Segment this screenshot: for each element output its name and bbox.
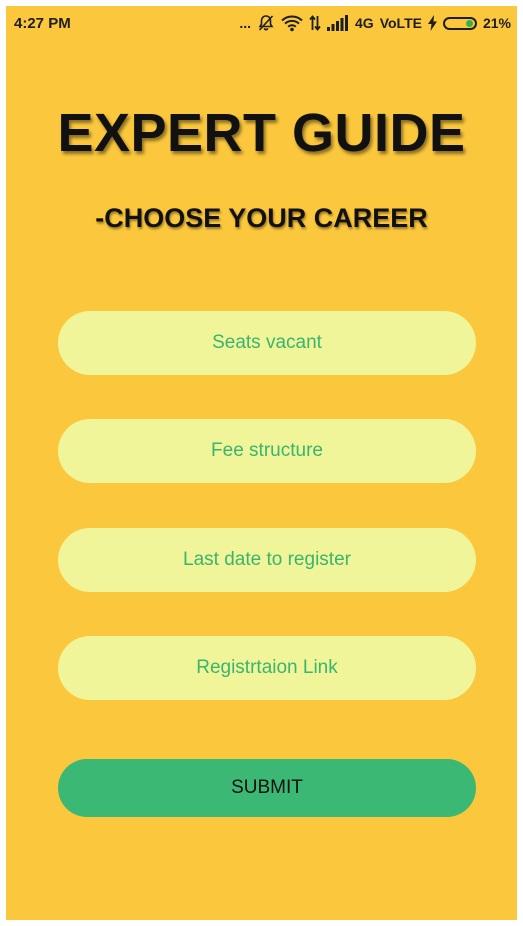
charging-bolt-icon <box>427 15 437 31</box>
seats-vacant-input[interactable] <box>58 311 476 375</box>
mute-bell-icon <box>257 14 275 32</box>
app-subtitle: -CHOOSE YOUR CAREER <box>95 203 428 233</box>
registration-link-input[interactable] <box>58 636 476 700</box>
app-screen: 4:27 PM ... 4G VoLTE 21% EXPERT GUIDE -C… <box>6 6 517 920</box>
signal-strength-icon <box>327 15 349 31</box>
data-transfer-icon <box>309 14 321 32</box>
status-time: 4:27 PM <box>14 14 71 32</box>
battery-percent: 21% <box>482 15 511 31</box>
submit-button[interactable]: SUBMIT <box>58 759 476 817</box>
wifi-icon <box>281 14 303 32</box>
battery-indicator-dot <box>465 19 473 27</box>
status-bar: 4:27 PM ... 4G VoLTE 21% <box>6 6 517 40</box>
volte-indicator: VoLTE <box>379 15 422 31</box>
network-type: 4G <box>355 15 374 31</box>
more-notifications-icon: ... <box>239 15 252 31</box>
battery-icon <box>442 16 477 30</box>
last-date-input[interactable] <box>58 528 476 592</box>
fee-structure-input[interactable] <box>58 419 476 483</box>
app-title: EXPERT GUIDE <box>57 103 466 163</box>
